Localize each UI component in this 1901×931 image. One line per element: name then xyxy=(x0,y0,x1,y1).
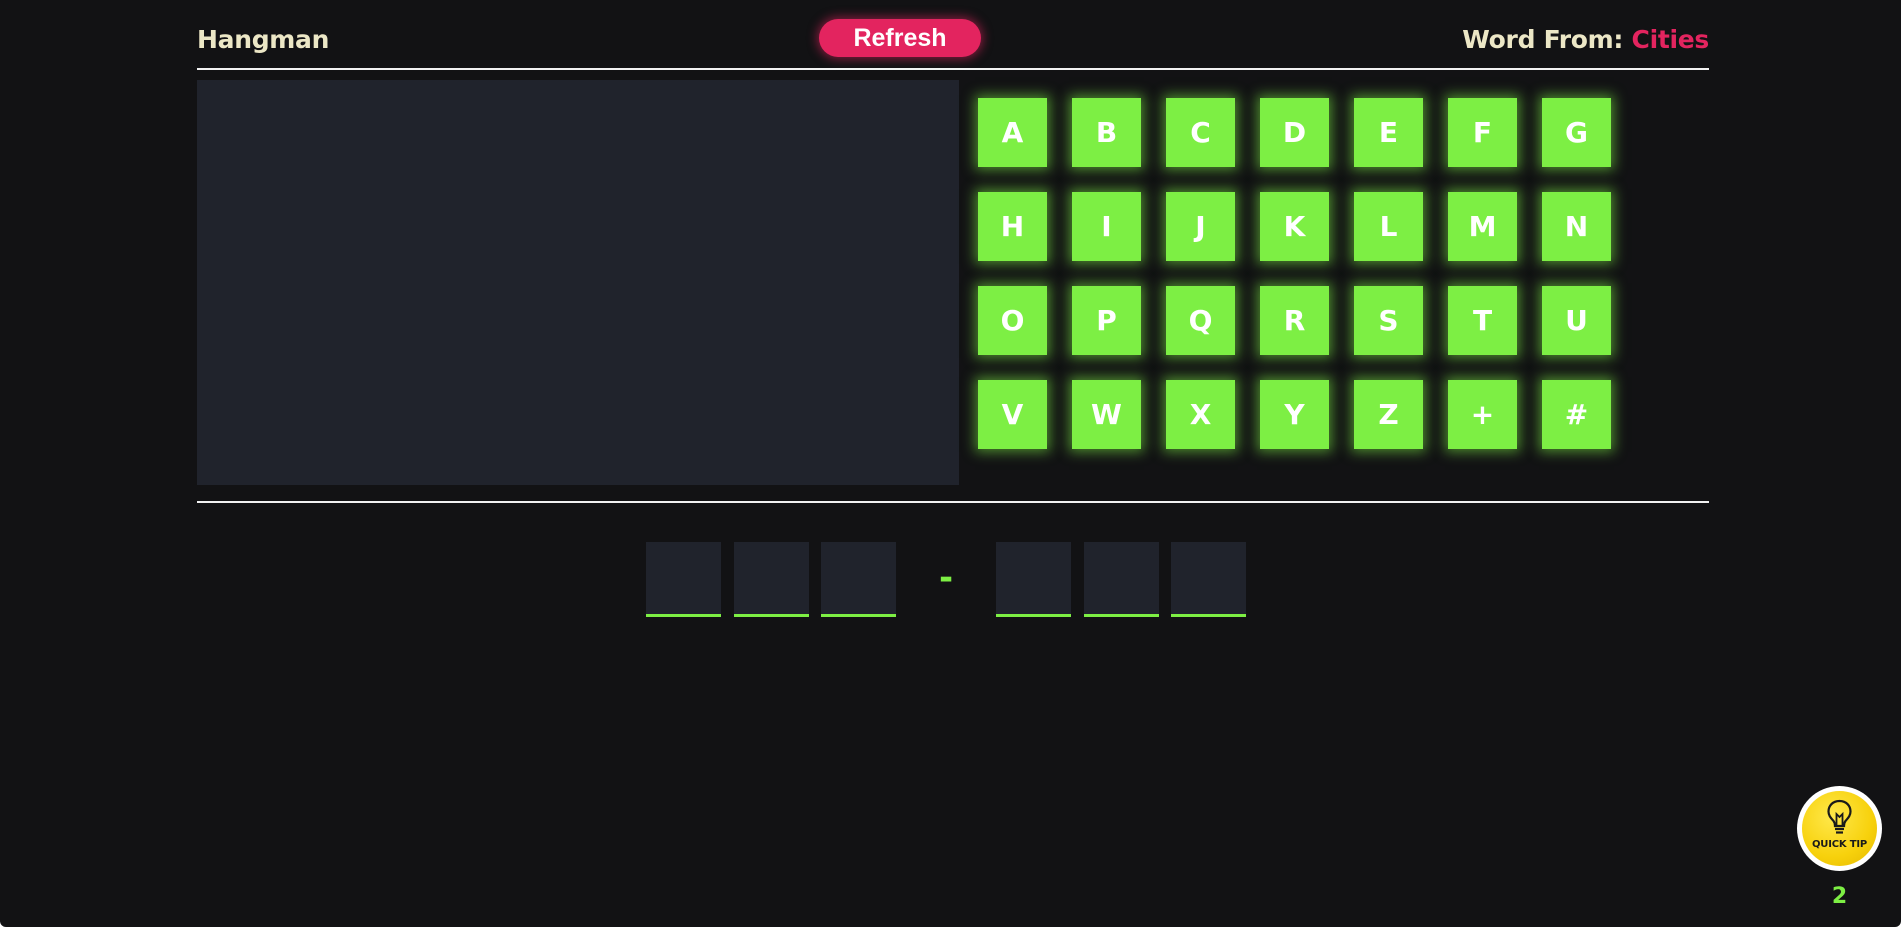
word-from-label: Word From: xyxy=(1462,25,1624,54)
letter-key[interactable]: C xyxy=(1166,98,1235,167)
letter-keyboard: A B C D E F G H I J K L M N O P Q R S T U V W X Y Z + # xyxy=(978,98,1618,449)
letter-key[interactable]: G xyxy=(1542,98,1611,167)
letter-key[interactable]: Z xyxy=(1354,380,1423,449)
letter-slot xyxy=(733,542,809,617)
letter-key[interactable]: N xyxy=(1542,192,1611,261)
letter-key[interactable]: + xyxy=(1448,380,1517,449)
quick-tip-badge: QUICK TIP xyxy=(1802,791,1877,866)
category-value: Cities xyxy=(1631,25,1710,54)
letter-key[interactable]: J xyxy=(1166,192,1235,261)
quick-tip-label: QUICK TIP xyxy=(1812,839,1867,850)
letter-key[interactable]: K xyxy=(1260,192,1329,261)
letter-key[interactable]: Q xyxy=(1166,286,1235,355)
letter-slot xyxy=(646,542,721,617)
letter-key[interactable]: B xyxy=(1072,98,1141,167)
letter-key[interactable]: P xyxy=(1072,286,1141,355)
letter-key[interactable]: X xyxy=(1166,380,1235,449)
header-divider xyxy=(197,68,1709,70)
quick-tip-button[interactable]: QUICK TIP xyxy=(1797,786,1882,871)
letter-key[interactable]: U xyxy=(1542,286,1611,355)
letter-key[interactable]: W xyxy=(1072,380,1141,449)
lightbulb-icon xyxy=(1827,799,1852,834)
letter-key[interactable]: H xyxy=(978,192,1047,261)
letter-slot xyxy=(1083,542,1159,617)
answer-separator: - xyxy=(938,558,954,598)
game-page: Hangman Refresh Word From: Cities ABCDEF… xyxy=(0,0,1901,927)
letter-key[interactable]: S xyxy=(1354,286,1423,355)
hangman-drawing-area xyxy=(197,80,959,485)
letter-key[interactable]: M xyxy=(1448,192,1517,261)
letter-key[interactable]: T xyxy=(1448,286,1517,355)
letter-key[interactable]: A xyxy=(978,98,1047,167)
keyboard-divider xyxy=(197,501,1709,503)
letter-key[interactable]: O xyxy=(978,286,1047,355)
letter-key[interactable]: I xyxy=(1072,192,1141,261)
letter-slot xyxy=(1171,542,1246,617)
letter-key[interactable]: R xyxy=(1260,286,1329,355)
word-category: Word From: Cities xyxy=(1462,25,1709,54)
quick-tip-count: 2 xyxy=(1831,884,1848,909)
refresh-button[interactable]: Refresh xyxy=(819,19,981,57)
game-title: Hangman xyxy=(197,25,330,54)
letter-key[interactable]: V xyxy=(978,380,1047,449)
letter-key[interactable]: Y xyxy=(1260,380,1329,449)
letter-key[interactable]: E xyxy=(1354,98,1423,167)
letter-key[interactable]: F xyxy=(1448,98,1517,167)
letter-key[interactable]: D xyxy=(1260,98,1329,167)
letter-key[interactable]: L xyxy=(1354,192,1423,261)
letter-key[interactable]: # xyxy=(1542,380,1611,449)
letter-slot xyxy=(821,542,896,617)
letter-slot xyxy=(996,542,1071,617)
